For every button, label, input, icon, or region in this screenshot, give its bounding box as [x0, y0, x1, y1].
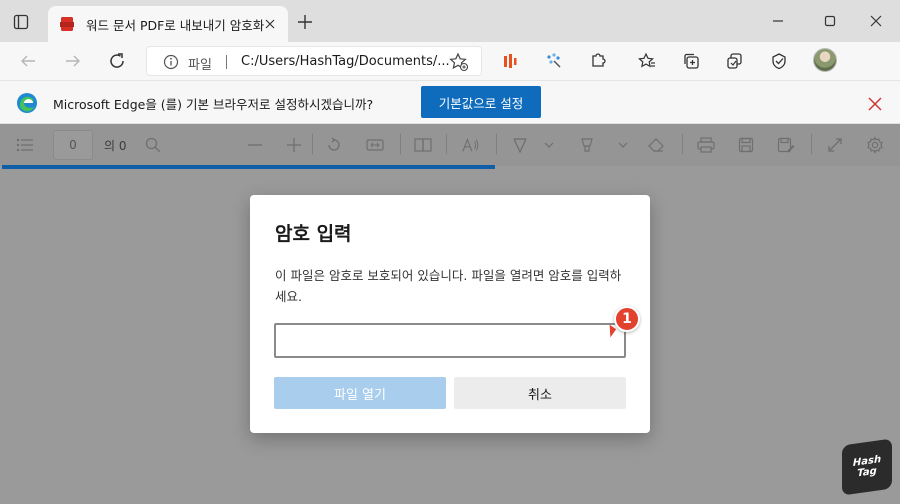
save-as-icon[interactable]: [777, 136, 795, 154]
find-icon[interactable]: [144, 136, 162, 154]
load-progress-bar: [2, 165, 495, 169]
zoom-in-icon[interactable]: [285, 136, 303, 154]
address-bar[interactable]: 파일 C:/Users/HashTag/Documents/...: [146, 46, 482, 76]
minimize-icon[interactable]: [770, 13, 786, 29]
hashtag-watermark-logo: Hash Tag: [842, 438, 892, 496]
toolbar-divider: [446, 134, 447, 154]
toolbar-divider: [496, 134, 497, 154]
window-close-icon[interactable]: [868, 13, 884, 29]
page-number-input[interactable]: 0: [53, 130, 93, 160]
open-file-button[interactable]: 파일 열기: [274, 377, 446, 409]
back-icon[interactable]: [17, 50, 39, 72]
dialog-title: 암호 입력: [275, 223, 352, 245]
tab-title: 워드 문서 PDF로 내보내기 암호화: [86, 17, 265, 33]
new-tab-icon[interactable]: [296, 13, 314, 31]
info-icon[interactable]: [163, 54, 179, 70]
edge-logo-icon: [16, 92, 38, 114]
highlight-icon[interactable]: [578, 136, 596, 154]
watermark-line2: Tag: [857, 465, 877, 480]
maximize-icon[interactable]: [822, 13, 838, 29]
pdf-toolbar: [0, 124, 900, 166]
forward-icon[interactable]: [62, 50, 84, 72]
add-favorite-icon[interactable]: [449, 52, 469, 72]
address-url[interactable]: C:/Users/HashTag/Documents/...: [241, 54, 451, 69]
extension-red-icon[interactable]: [500, 51, 520, 71]
title-bar: 워드 문서 PDF로 내보내기 암호화: [0, 0, 900, 42]
fullscreen-icon[interactable]: [826, 136, 844, 154]
password-dialog: 암호 입력 이 파일은 암호로 보호되어 있습니다. 파일을 열려면 암호를 입…: [250, 195, 650, 433]
zoom-out-icon[interactable]: [246, 136, 264, 154]
favorites-icon[interactable]: [637, 51, 657, 71]
cancel-button[interactable]: 취소: [454, 377, 626, 409]
settings-gear-icon[interactable]: [866, 136, 884, 154]
fit-page-icon[interactable]: [366, 136, 384, 154]
rotate-icon[interactable]: [325, 136, 343, 154]
address-separator: [226, 55, 227, 69]
address-scheme-label: 파일: [188, 58, 212, 73]
contents-list-icon[interactable]: [16, 136, 34, 154]
collections-icon[interactable]: [681, 51, 701, 71]
print-icon[interactable]: [697, 136, 715, 154]
annotation-badge: 1: [614, 306, 640, 332]
save-icon[interactable]: [737, 136, 755, 154]
tab-close-icon[interactable]: [264, 18, 276, 30]
default-browser-infobar: Microsoft Edge을 (를) 기본 브라우저로 설정하시겠습니까? 기…: [0, 80, 900, 124]
infobar-close-icon[interactable]: [868, 96, 882, 111]
set-default-button[interactable]: 기본값으로 설정: [421, 86, 541, 118]
read-aloud-icon[interactable]: [462, 136, 480, 154]
page-view-icon[interactable]: [414, 136, 432, 154]
draw-icon[interactable]: [511, 136, 529, 154]
profile-avatar[interactable]: [813, 48, 837, 72]
page-total: 의 0: [104, 139, 127, 153]
toolbar-divider: [811, 134, 812, 154]
infobar-message: Microsoft Edge을 (를) 기본 브라우저로 설정하시겠습니까?: [53, 97, 374, 112]
tab-actions-icon[interactable]: [10, 11, 32, 33]
toolbar-divider: [400, 134, 401, 154]
draw-options-chevron-icon[interactable]: [540, 136, 558, 154]
active-tab[interactable]: 워드 문서 PDF로 내보내기 암호화: [48, 6, 288, 42]
refresh-icon[interactable]: [106, 50, 128, 72]
performance-icon[interactable]: [769, 51, 789, 71]
dialog-message: 이 파일은 암호로 보호되어 있습니다. 파일을 열려면 암호를 입력하세요.: [275, 268, 622, 304]
extension-loading-icon[interactable]: [544, 51, 564, 71]
highlight-options-chevron-icon[interactable]: [614, 136, 632, 154]
extensions-puzzle-icon[interactable]: [588, 51, 608, 71]
toolbar-divider: [682, 134, 683, 154]
password-input[interactable]: [274, 323, 626, 358]
pdf-icon: [58, 16, 76, 32]
toolbar-divider: [312, 134, 313, 154]
browser-essentials-icon[interactable]: [725, 51, 745, 71]
navigation-bar: 파일 C:/Users/HashTag/Documents/...: [0, 42, 900, 117]
erase-icon[interactable]: [647, 136, 665, 154]
